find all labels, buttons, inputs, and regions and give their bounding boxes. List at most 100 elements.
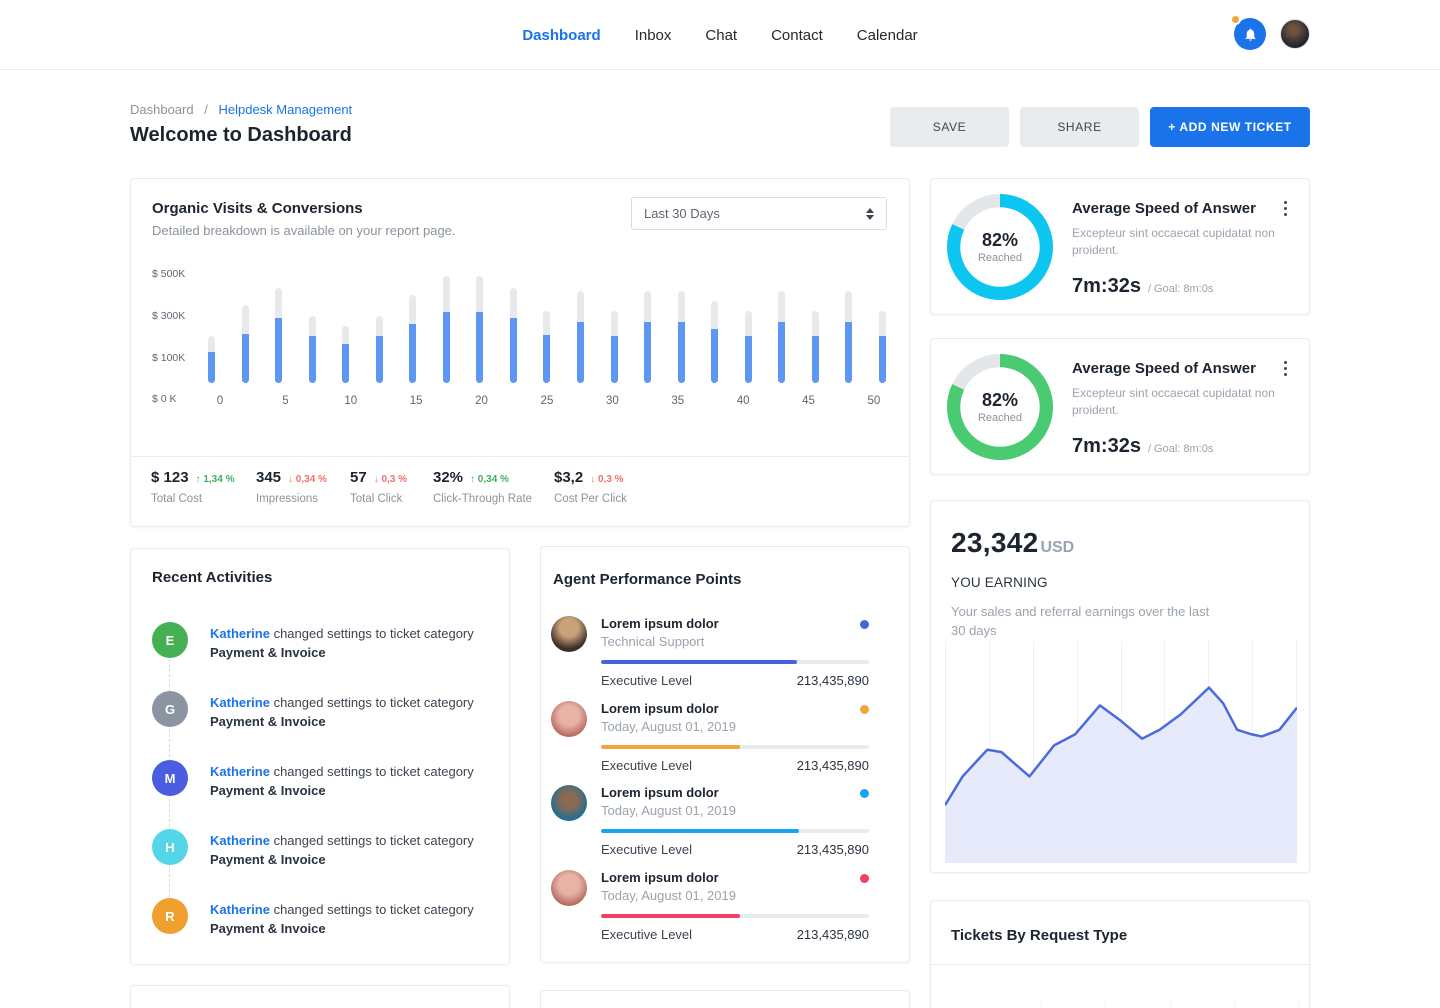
x-axis-tick-label: 25 — [535, 395, 559, 407]
agent-level-label: Executive Level — [601, 758, 692, 773]
agent-subtitle: Today, August 01, 2019 — [601, 719, 736, 734]
earnings-amount: 23,342 — [951, 527, 1038, 559]
tickets-card-title: Tickets By Request Type — [951, 927, 1127, 944]
speed-card-description: Excepteur sint occaecat cupidatat non pr… — [1072, 385, 1290, 419]
speed-card-description: Excepteur sint occaecat cupidatat non pr… — [1072, 225, 1290, 259]
bar — [242, 305, 249, 383]
agent-level-label: Executive Level — [601, 673, 692, 688]
activity-avatar: R — [152, 898, 188, 934]
activity-text: Katherine changed settings to ticket cat… — [210, 829, 474, 869]
activity-user-link[interactable]: Katherine — [210, 902, 270, 917]
donut-center-label: 82%Reached — [947, 194, 1053, 300]
bar-fill — [879, 336, 886, 383]
breadcrumb-current[interactable]: Helpdesk Management — [218, 102, 352, 117]
kpi-delta: ↑ 0,34 % — [470, 474, 509, 485]
bar-fill — [376, 336, 383, 383]
kpi-value: 32% — [433, 469, 463, 486]
speed-time-row: 7m:32s/ Goal: 8m:0s — [1072, 275, 1213, 298]
speed-card-title: Average Speed of Answer — [1072, 200, 1256, 217]
activity-user-link[interactable]: Katherine — [210, 764, 270, 779]
bar — [510, 288, 517, 383]
activity-avatar: E — [152, 622, 188, 658]
bar — [543, 311, 550, 383]
notifications-button[interactable] — [1234, 18, 1266, 50]
app-header: Dashboard Inbox Chat Contact Calendar — [0, 0, 1440, 70]
donut-percent: 82% — [982, 230, 1018, 251]
kpi-delta: ↓ 0,3 % — [590, 474, 623, 485]
avg-speed-card-2: 82%ReachedAverage Speed of AnswerExcepte… — [930, 338, 1310, 475]
nav-item-chat[interactable]: Chat — [705, 27, 737, 44]
agent-name: Lorem ipsum dolor — [601, 701, 719, 716]
agent-points: 213,435,890 — [797, 673, 869, 688]
bar-fill — [476, 312, 483, 383]
activity-user-link[interactable]: Katherine — [210, 626, 270, 641]
agent-avatar — [551, 616, 587, 652]
bar — [342, 326, 349, 383]
kpi-label: Impressions — [256, 493, 327, 505]
x-axis-tick-label: 50 — [862, 395, 886, 407]
kpi-label: Click-Through Rate — [433, 493, 532, 505]
bar-fill — [711, 329, 718, 383]
nav-item-dashboard[interactable]: Dashboard — [522, 27, 600, 44]
bar-fill — [275, 318, 282, 383]
status-dot — [860, 874, 869, 883]
kebab-menu-icon[interactable] — [1282, 199, 1289, 218]
bar — [409, 295, 416, 383]
kpi-label: Total Cost — [151, 493, 234, 505]
share-button[interactable]: SHARE — [1020, 107, 1139, 147]
kpi-stat-top: 57↓ 0,3 % — [350, 469, 407, 486]
agent-subtitle: Technical Support — [601, 634, 704, 649]
status-dot — [860, 620, 869, 629]
bar-fill — [611, 336, 618, 383]
breadcrumb-root[interactable]: Dashboard — [130, 102, 194, 117]
y-axis-tick-label: $ 300K — [152, 310, 185, 322]
nav-item-inbox[interactable]: Inbox — [635, 27, 672, 44]
add-new-ticket-button[interactable]: + ADD NEW TICKET — [1150, 107, 1310, 147]
user-avatar[interactable] — [1280, 19, 1310, 49]
kpi-stat: $3,2↓ 0,3 %Cost Per Click — [554, 469, 627, 505]
activity-row: GKatherine changed settings to ticket ca… — [152, 691, 492, 731]
organic-card-header: Organic Visits & Conversions Detailed br… — [152, 200, 456, 238]
date-range-select[interactable]: Last 30 Days — [631, 197, 887, 230]
agent-avatar — [551, 870, 587, 906]
agent-progress-fill — [601, 829, 799, 833]
agent-performance-card: Agent Performance Points Lorem ipsum dol… — [540, 546, 910, 963]
x-axis-tick-label: 40 — [731, 395, 755, 407]
bar-fill — [543, 335, 550, 383]
nav-item-contact[interactable]: Contact — [771, 27, 823, 44]
kpi-stat-top: $ 123↑ 1,34 % — [151, 469, 234, 486]
bar — [711, 301, 718, 383]
y-axis-tick-label: $ 500K — [152, 268, 185, 280]
agent-progress-track — [601, 914, 869, 918]
agent-name: Lorem ipsum dolor — [601, 616, 719, 631]
agent-subtitle: Today, August 01, 2019 — [601, 888, 736, 903]
activity-row: MKatherine changed settings to ticket ca… — [152, 760, 492, 800]
donut-reached-label: Reached — [978, 412, 1022, 424]
x-axis-tick-label: 20 — [470, 395, 494, 407]
kebab-menu-icon[interactable] — [1282, 359, 1289, 378]
donut-reached-label: Reached — [978, 252, 1022, 264]
x-axis-tick-label: 45 — [797, 395, 821, 407]
speed-goal-label: / Goal: 8m:0s — [1148, 283, 1213, 295]
activity-avatar: H — [152, 829, 188, 865]
nav-item-calendar[interactable]: Calendar — [857, 27, 918, 44]
header-right — [1234, 18, 1310, 50]
kpi-stat: 32% ↑ 0,34 % Click-Through Rate — [433, 469, 532, 505]
bell-icon — [1243, 27, 1258, 42]
activity-user-link[interactable]: Katherine — [210, 695, 270, 710]
bar-fill — [678, 322, 685, 383]
save-button[interactable]: SAVE — [890, 107, 1009, 147]
speed-goal-label: / Goal: 8m:0s — [1148, 443, 1213, 455]
earnings-currency: USD — [1040, 539, 1074, 557]
activity-avatar: M — [152, 760, 188, 796]
activity-user-link[interactable]: Katherine — [210, 833, 270, 848]
notification-badge-dot — [1230, 14, 1241, 25]
agent-avatar — [551, 785, 587, 821]
tickets-by-request-type-card: Tickets By Request Type — [930, 900, 1310, 1008]
bar-fill — [208, 352, 215, 383]
select-arrows-icon — [866, 208, 874, 220]
bar — [476, 276, 483, 383]
breadcrumb-separator: / — [204, 102, 208, 117]
bar — [309, 316, 316, 383]
agent-name: Lorem ipsum dolor — [601, 785, 719, 800]
